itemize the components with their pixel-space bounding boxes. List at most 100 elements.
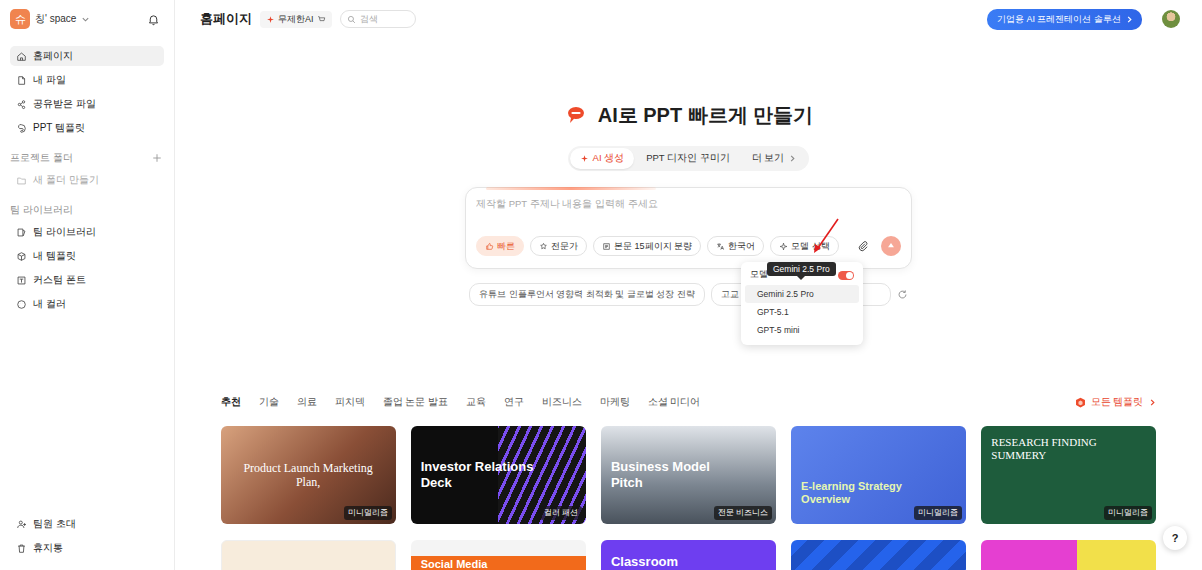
nav-item-icon — [16, 123, 27, 134]
unlimited-ai-badge[interactable]: 무제한AI — [260, 11, 332, 28]
sidebar-item[interactable]: 새 폴더 만들기 — [10, 170, 164, 190]
category-tab[interactable]: 졸업 논문 발표 — [383, 396, 448, 409]
footer-item-icon — [16, 543, 27, 554]
option-chip[interactable]: 모델 선택 — [770, 236, 839, 256]
option-icon — [716, 242, 725, 251]
prompt-toolbar: 빠른 전문가 본문 15페이지 분량 한국어 모델 선택 — [476, 236, 901, 256]
option-icon — [485, 242, 494, 251]
template-card[interactable]: Investor Relations Deck컬러 패션 — [411, 426, 586, 524]
template-title: Product Launch Marketing Plan, — [231, 461, 386, 490]
option-icon — [779, 242, 788, 251]
template-gallery: 추천 기술 의료 피치덱 졸업 논문 발표 교육 연구 비즈니스 마케팅 소셜 미디어 모든 템플릿… — [221, 392, 1157, 570]
user-avatar[interactable] — [1162, 10, 1180, 28]
auto-model-toggle[interactable] — [838, 271, 854, 280]
sidebar: 슈칭' space 홈페이지내 파일공유받은 파일 PPT 템플릿프로젝트 폴더새 … — [0, 0, 175, 570]
toggle-knob — [846, 272, 853, 279]
sidebar-item[interactable]: 공유받은 파일 — [10, 94, 164, 114]
hero-title: AI로 PPT 빠르게 만들기 — [564, 100, 814, 130]
search-field[interactable] — [340, 10, 416, 28]
template-card[interactable]: E-learning Strategy Overview미니멀리즘 — [791, 426, 966, 524]
suggestion-chip[interactable]: 유튜브 인플루언서 영향력 최적화 및 글로벌 성장 전략 — [469, 283, 705, 306]
template-card[interactable]: Product Launch Marketing Plan,미니멀리즘 — [221, 426, 396, 524]
sidebar-section: 팀 라이브러리팀 라이브러리내 템플릿커스텀 폰트내 컬러 — [10, 202, 164, 314]
search-input[interactable] — [360, 14, 409, 24]
section-title: 프로젝트 폴더 — [10, 150, 164, 166]
section-item-icon — [16, 275, 27, 286]
sidebar-item[interactable]: 커스텀 폰트 — [10, 270, 164, 290]
sidebar-item[interactable]: 내 템플릿 — [10, 246, 164, 266]
workspace-avatar: 슈 — [10, 9, 30, 29]
sidebar-item[interactable]: 내 파일 — [10, 70, 164, 90]
template-card[interactable] — [221, 540, 396, 570]
template-card[interactable] — [791, 540, 966, 570]
option-chip[interactable]: 본문 15페이지 분량 — [593, 236, 701, 256]
arrow-up-icon — [886, 241, 896, 251]
sidebar-item[interactable]: 홈페이지 — [10, 46, 164, 66]
prompt-input[interactable] — [476, 196, 901, 236]
template-card[interactable]: Business Model Pitch전문 비즈니스 — [601, 426, 776, 524]
category-tab[interactable]: 연구 — [504, 396, 524, 409]
category-tab[interactable]: 피치덱 — [335, 396, 365, 409]
plus-icon[interactable] — [152, 153, 162, 163]
sidebar-footer-item[interactable]: 휴지통 — [10, 538, 164, 558]
section-item-icon — [16, 227, 27, 238]
template-card[interactable]: Classroom — [601, 540, 776, 570]
all-templates-link[interactable]: 모든 템플릿 — [1074, 396, 1157, 409]
bell-icon[interactable] — [147, 13, 160, 26]
template-style-badge: 미니멀리즘 — [1104, 506, 1152, 520]
sidebar-item[interactable]: 팀 라이브러리 — [10, 222, 164, 242]
sidebar-footer-item[interactable]: 팀원 초대 — [10, 514, 164, 534]
page-title: 홈페이지 — [200, 11, 252, 28]
annotation-arrow-icon — [0, 0, 1202, 570]
template-style-badge: 컬러 패션 — [540, 506, 582, 520]
chevron-right-icon — [788, 154, 797, 163]
template-title: RESEARCH FINDING SUMMERY — [991, 436, 1121, 462]
category-tab[interactable]: 추천 — [221, 396, 241, 409]
refresh-icon[interactable] — [897, 289, 908, 300]
workspace-switcher[interactable]: 슈칭' space — [10, 9, 164, 29]
category-tab[interactable]: 마케팅 — [600, 396, 630, 409]
option-chip[interactable]: 빠른 — [476, 236, 524, 256]
main: 홈페이지 무제한AI 기업용 AI 프레젠테이션 솔루션 AI로 PPT 빠르게 만들… — [175, 0, 1202, 570]
send-button[interactable] — [881, 236, 901, 256]
category-tab[interactable]: 비즈니스 — [542, 396, 582, 409]
model-option[interactable]: GPT-5 mini — [745, 321, 859, 339]
section-item-icon — [16, 299, 27, 310]
logo-icon — [564, 103, 588, 127]
cart-icon — [317, 15, 326, 24]
nav-item-icon — [16, 99, 27, 110]
model-option[interactable]: GPT-5.1 — [745, 303, 859, 321]
category-tab[interactable]: 소셜 미디어 — [648, 396, 701, 409]
template-style-badge: 미니멀리즘 — [914, 506, 962, 520]
option-icon — [602, 242, 611, 251]
sidebar-item[interactable]: PPT 템플릿 — [10, 118, 164, 138]
option-icon — [539, 242, 548, 251]
sparkle-icon — [580, 154, 589, 163]
section-item-icon — [16, 175, 27, 186]
template-title: Social Media — [421, 558, 488, 570]
sidebar-footer: 팀원 초대휴지통 — [10, 514, 164, 558]
category-tab[interactable]: 교육 — [466, 396, 486, 409]
templates-icon — [1074, 396, 1087, 409]
section-title: 팀 라이브러리 — [10, 202, 164, 218]
option-chip[interactable]: 한국어 — [707, 236, 764, 256]
model-tooltip: Gemini 2.5 Pro — [767, 262, 836, 276]
prompt-box: 빠른전문가본문 15페이지 분량한국어모델 선택모델Gemini 2.5 Pro… — [465, 187, 912, 269]
category-tab[interactable]: 기술 — [259, 396, 279, 409]
mode-tab[interactable]: AI 생성 — [570, 148, 635, 169]
topbar: 홈페이지 무제한AI 기업용 AI 프레젠테이션 솔루션 — [175, 0, 1202, 38]
mode-tab[interactable]: 더 보기 — [742, 148, 808, 169]
sidebar-item[interactable]: 내 컬러 — [10, 294, 164, 314]
template-card[interactable]: RESEARCH FINDING SUMMERY 미니멀리즘 — [981, 426, 1156, 524]
model-option[interactable]: Gemini 2.5 Pro — [745, 285, 859, 303]
template-card[interactable] — [981, 540, 1156, 570]
mode-tab[interactable]: PPT 디자인 꾸미기 — [636, 148, 740, 169]
option-chip[interactable]: 전문가 — [530, 236, 587, 256]
chevron-right-icon — [1148, 398, 1157, 407]
enterprise-cta-button[interactable]: 기업용 AI 프레젠테이션 솔루션 — [987, 9, 1142, 30]
section-item-icon — [16, 251, 27, 262]
paperclip-icon[interactable] — [857, 240, 869, 252]
help-button[interactable]: ? — [1163, 526, 1187, 550]
template-card[interactable]: Social Media — [411, 540, 586, 570]
category-tab[interactable]: 의료 — [297, 396, 317, 409]
